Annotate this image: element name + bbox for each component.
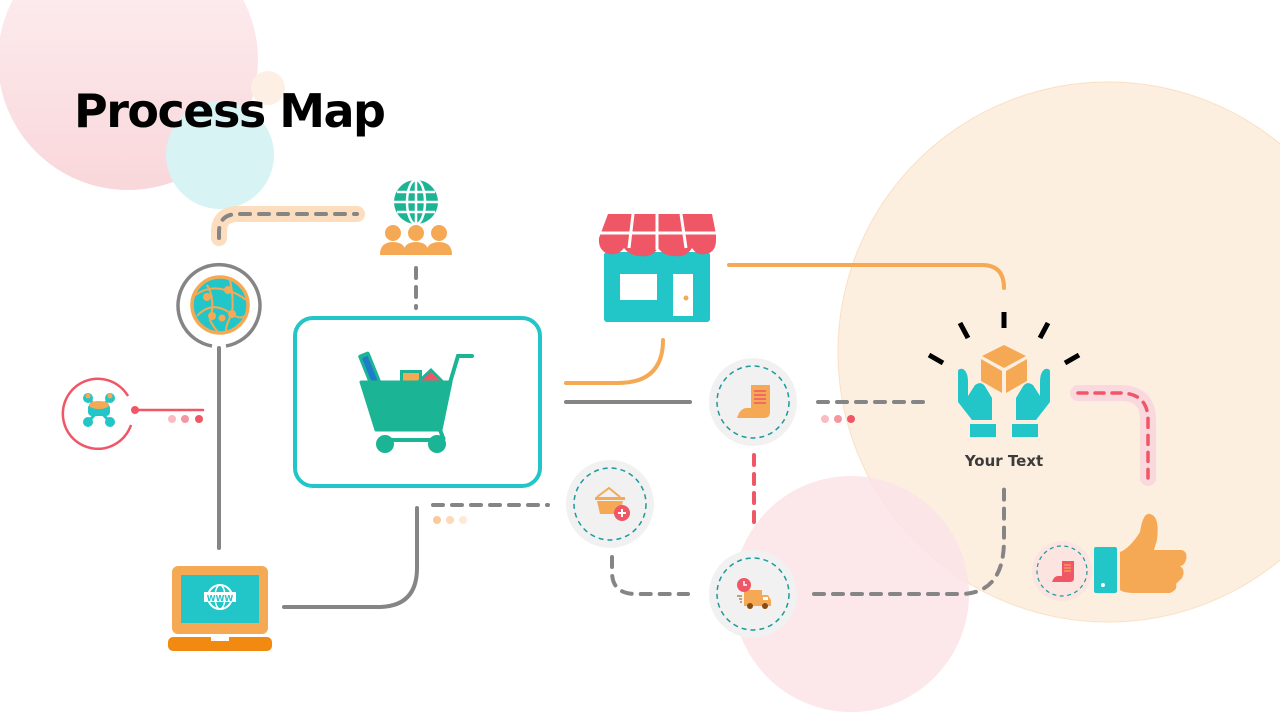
dot-trail-receipt	[821, 415, 855, 423]
website-laptop-node[interactable]: WWW	[168, 566, 272, 651]
dot-trail-cart	[433, 516, 467, 524]
storefront-node[interactable]	[598, 213, 716, 322]
storefront-icon	[598, 213, 716, 322]
database-network-icon	[83, 393, 115, 427]
delivery-node[interactable]	[709, 550, 797, 638]
laptop-www-icon: WWW	[168, 566, 272, 651]
shopping-cart-node[interactable]	[293, 316, 542, 488]
invoice-node[interactable]	[1032, 541, 1092, 601]
network-globe-node[interactable]	[176, 262, 262, 348]
connector-basket-to-truck	[610, 555, 690, 596]
globe-people-icon	[380, 178, 452, 255]
node-caption: Your Text	[964, 452, 1044, 470]
add-to-basket-node[interactable]	[566, 460, 654, 548]
svg-text:WWW: WWW	[207, 594, 234, 603]
page-title: Process Map	[74, 84, 386, 138]
receipt-node[interactable]	[709, 358, 797, 446]
connector-laptop-to-cart	[282, 506, 419, 609]
dot-trail-database	[168, 415, 203, 423]
connector-globe-to-people-bg	[211, 206, 365, 246]
network-globe-icon	[190, 275, 250, 335]
database-hub-node[interactable]	[61, 377, 139, 451]
global-customers-node[interactable]	[380, 178, 452, 255]
connector-cart-to-store	[564, 338, 665, 385]
